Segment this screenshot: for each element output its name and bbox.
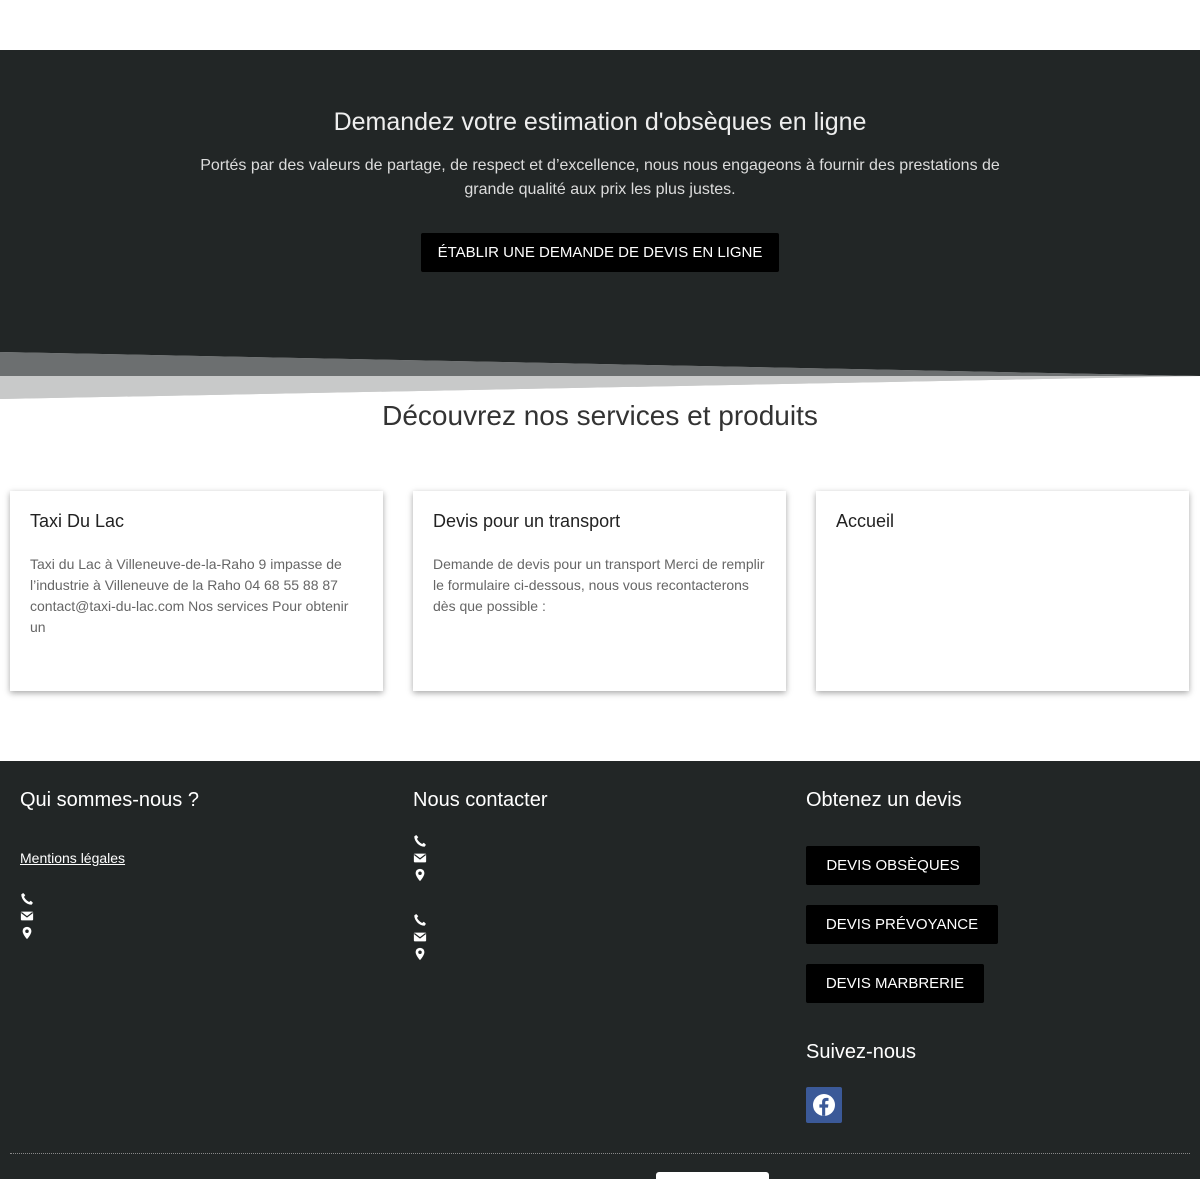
hero-title: Demandez votre estimation d'obsèques en … [333, 108, 867, 136]
site-footer: Qui sommes-nous ? Mentions légales Nous … [0, 761, 1200, 1179]
footer-divider [10, 1153, 1190, 1154]
service-card-home[interactable]: Accueil [816, 491, 1189, 691]
services-title: Découvrez nos services et produits [382, 400, 818, 431]
service-card-excerpt: Taxi du Lac à Villeneuve-de-la-Raho 9 im… [30, 556, 349, 635]
footer-quote-title: Obtenez un devis [806, 789, 962, 811]
footer-about-title: Qui sommes-nous ? [20, 789, 199, 811]
facebook-icon [813, 1094, 835, 1116]
online-quote-button[interactable]: ÉTABLIR UNE DEMANDE DE DEVIS EN LIGNE [421, 233, 779, 272]
footer-about-column: Qui sommes-nous ? Mentions légales [20, 789, 199, 940]
envelope-icon [413, 932, 427, 942]
funeral-quote-button[interactable]: DEVIS OBSÈQUES [806, 846, 980, 885]
footer-follow-title: Suivez-nous [806, 1041, 917, 1063]
provident-quote-button[interactable]: DEVIS PRÉVOYANCE [806, 905, 998, 944]
envelope-icon [413, 853, 427, 863]
service-card-title[interactable]: Devis pour un transport [433, 511, 766, 532]
about-contact-icons [20, 892, 199, 940]
service-card-title[interactable]: Taxi Du Lac [30, 511, 363, 532]
contact-icons-group-1 [413, 834, 548, 882]
footer-quote-column: Obtenez un devis [806, 789, 962, 812]
bottom-tab [656, 1172, 769, 1179]
quote-hero-section: Demandez votre estimation d'obsèques en … [0, 50, 1200, 400]
phone-icon [414, 914, 426, 926]
contact-icons-group-2 [413, 913, 548, 961]
top-spacer [0, 0, 1200, 50]
masonry-quote-button[interactable]: DEVIS MARBRERIE [806, 964, 984, 1003]
service-card-transport-quote[interactable]: Devis pour un transport Demande de devis… [413, 491, 786, 691]
map-marker-icon [415, 947, 425, 961]
envelope-icon [20, 911, 34, 921]
footer-follow-column: Suivez-nous [806, 1041, 916, 1064]
service-card-excerpt: Demande de devis pour un transport Merci… [433, 556, 765, 614]
service-card-title[interactable]: Accueil [836, 511, 1169, 532]
facebook-link[interactable] [806, 1087, 842, 1123]
map-marker-icon [415, 868, 425, 882]
service-card-taxi[interactable]: Taxi Du Lac Taxi du Lac à Villeneuve-de-… [10, 491, 383, 691]
footer-contact-title: Nous contacter [413, 789, 548, 811]
phone-icon [414, 835, 426, 847]
map-marker-icon [22, 926, 32, 940]
hero-text: Portés par des valeurs de partage, de re… [200, 157, 1000, 198]
phone-icon [21, 893, 33, 905]
legal-notice-link[interactable]: Mentions légales [20, 850, 199, 866]
footer-contact-column: Nous contacter [413, 789, 548, 961]
hero-wave-divider [0, 300, 1200, 400]
